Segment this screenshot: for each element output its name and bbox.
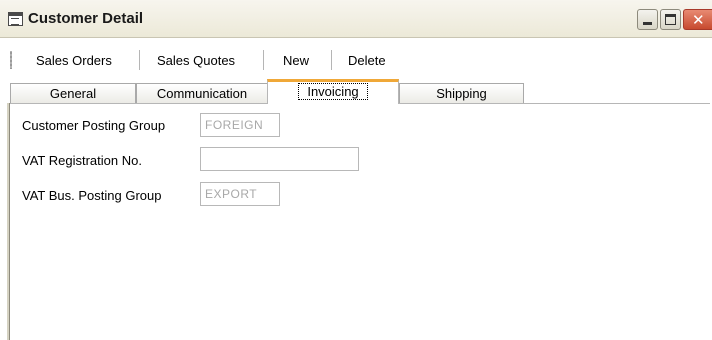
minimize-button[interactable] bbox=[637, 9, 658, 30]
tab-label: General bbox=[49, 86, 97, 101]
tab-general[interactable]: General bbox=[10, 83, 136, 103]
close-button[interactable]: ✕ bbox=[683, 9, 712, 30]
vat-registration-no-field[interactable] bbox=[200, 147, 359, 171]
tab-label: Communication bbox=[156, 86, 248, 101]
customer-posting-group-field[interactable]: FOREIGN bbox=[200, 113, 280, 137]
maximize-icon bbox=[665, 14, 676, 25]
tab-strip: General Communication Invoicing Shipping bbox=[10, 79, 710, 104]
toolbar-separator bbox=[139, 50, 140, 70]
toolbar-separator bbox=[263, 50, 264, 70]
maximize-button[interactable] bbox=[660, 9, 681, 30]
title-bar[interactable]: Customer Detail ✕ bbox=[0, 0, 712, 38]
close-icon: ✕ bbox=[692, 11, 705, 29]
sales-quotes-button[interactable]: Sales Quotes bbox=[157, 53, 235, 68]
toolbar: Sales Orders Sales Quotes New Delete bbox=[0, 45, 712, 75]
tab-label: Invoicing bbox=[298, 83, 368, 100]
sales-orders-button[interactable]: Sales Orders bbox=[36, 53, 112, 68]
vat-registration-no-label: VAT Registration No. bbox=[22, 153, 142, 168]
toolbar-grip-icon[interactable] bbox=[10, 51, 12, 69]
window-border bbox=[7, 103, 10, 340]
window-title: Customer Detail bbox=[28, 10, 144, 27]
toolbar-separator bbox=[331, 50, 332, 70]
new-button[interactable]: New bbox=[283, 53, 309, 68]
tab-label: Shipping bbox=[436, 86, 487, 101]
tab-invoicing[interactable]: Invoicing bbox=[267, 79, 399, 104]
vat-bus-posting-group-field[interactable]: EXPORT bbox=[200, 182, 280, 206]
customer-detail-window: Customer Detail ✕ Sales Orders Sales Quo… bbox=[0, 0, 712, 340]
customer-posting-group-label: Customer Posting Group bbox=[22, 118, 166, 133]
tab-communication[interactable]: Communication bbox=[136, 83, 268, 103]
form-window-icon[interactable] bbox=[8, 12, 23, 26]
delete-button[interactable]: Delete bbox=[348, 53, 386, 68]
vat-bus-posting-group-label: VAT Bus. Posting Group bbox=[22, 188, 162, 203]
minimize-icon bbox=[643, 22, 652, 25]
tab-shipping[interactable]: Shipping bbox=[399, 83, 524, 103]
